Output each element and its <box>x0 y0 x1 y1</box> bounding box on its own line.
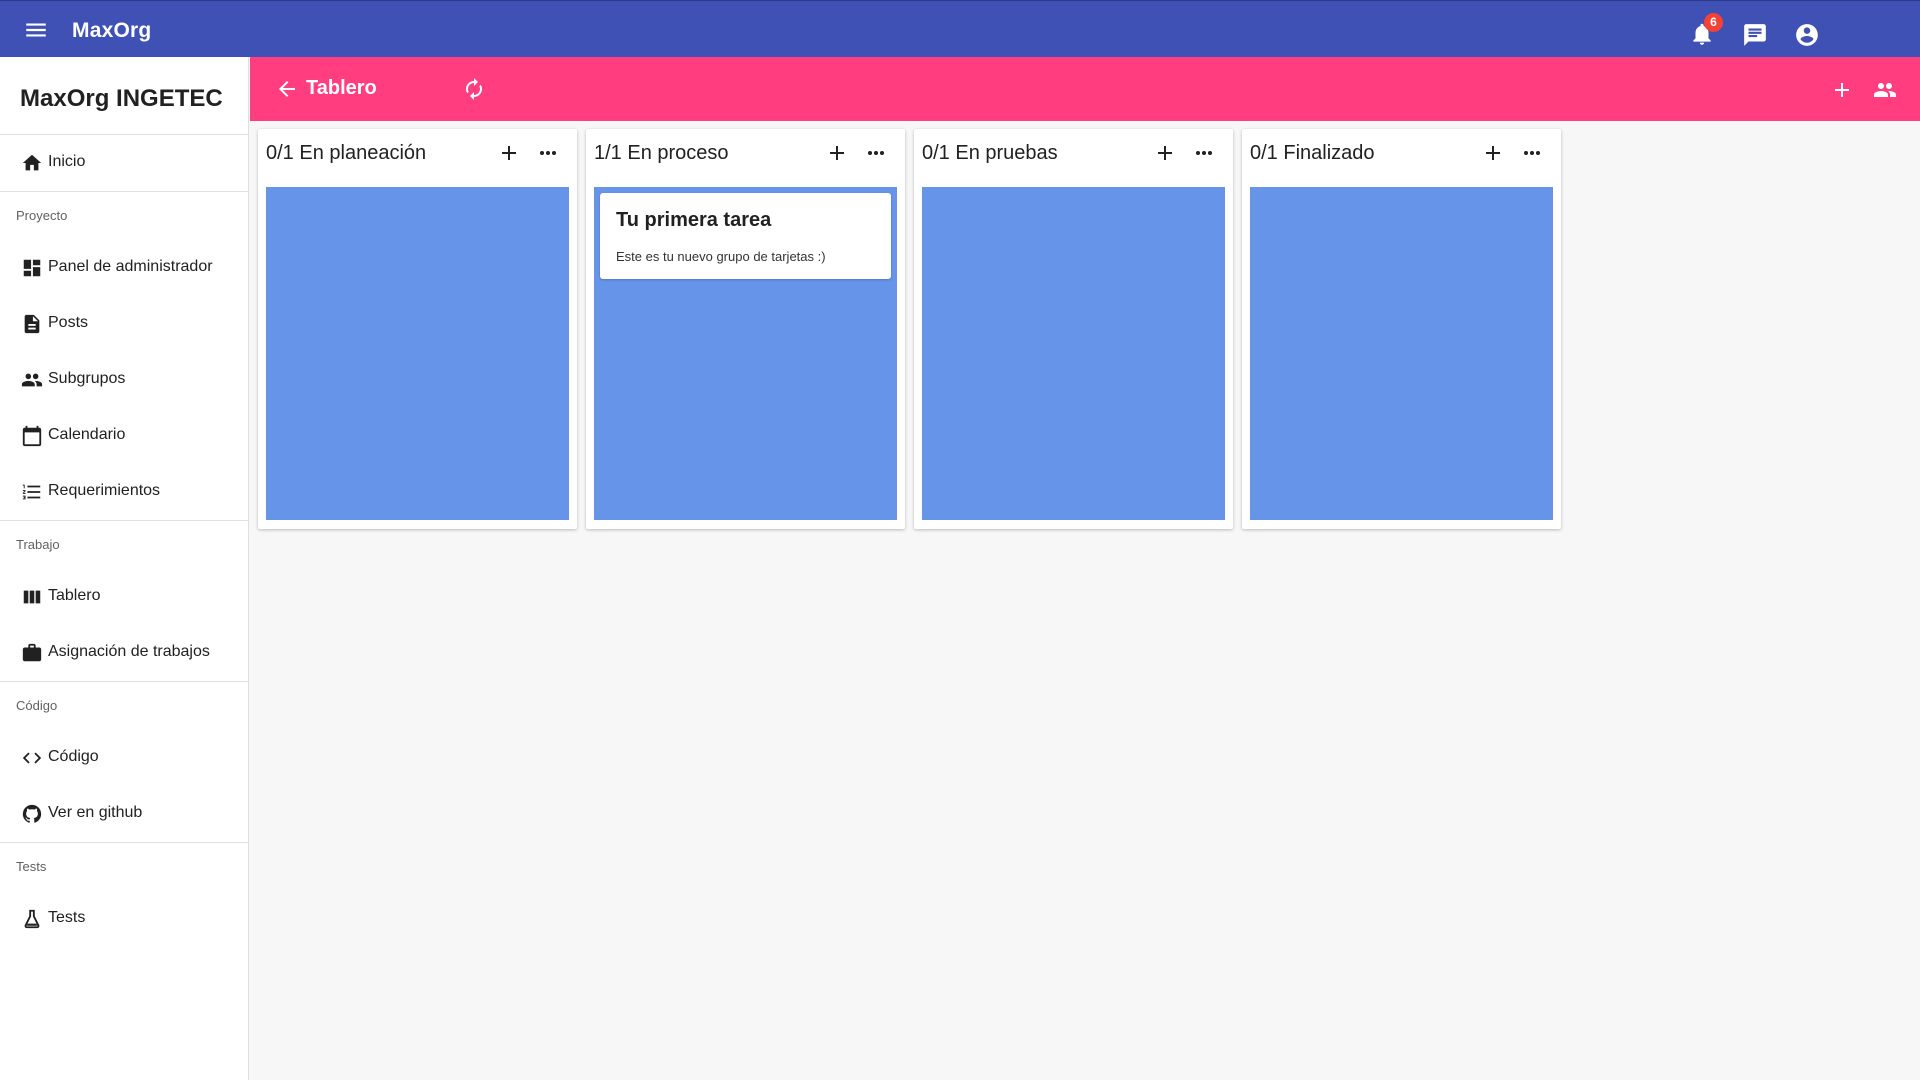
board-column: 0/1 En pruebas <box>914 129 1233 529</box>
board-column: 0/1 En planeación <box>258 129 577 529</box>
plus-icon[interactable] <box>825 141 849 165</box>
column-drop-zone[interactable]: Tu primera tarea Este es tu nuevo grupo … <box>594 187 897 520</box>
sidebar-item-label: Posts <box>48 314 89 331</box>
menu-icon[interactable] <box>22 17 50 43</box>
home-icon <box>21 152 43 174</box>
sidebar-item-asignacion-de-trabajos[interactable]: Asignación de trabajos <box>0 625 248 681</box>
notifications-button[interactable]: 6 <box>1689 13 1723 49</box>
calendar-icon <box>21 425 43 447</box>
account-circle-icon[interactable] <box>1794 22 1822 50</box>
sidebar-item-codigo[interactable]: Código <box>0 730 248 786</box>
plus-icon[interactable] <box>1481 141 1505 165</box>
more-horizontal-icon[interactable] <box>536 141 560 165</box>
column-title: 0/1 En pruebas <box>922 142 1058 164</box>
plus-icon[interactable] <box>1830 78 1854 102</box>
sidebar-item-inicio[interactable]: Inicio <box>0 135 248 192</box>
section-header-codigo: Código <box>16 698 58 713</box>
board-column: 0/1 Finalizado <box>1242 129 1561 529</box>
column-title: 1/1 En proceso <box>594 142 729 164</box>
briefcase-icon <box>21 642 43 664</box>
sidebar-item-calendario[interactable]: Calendario <box>0 408 248 464</box>
top-app-bar: MaxOrg 6 <box>0 0 1920 57</box>
group-icon[interactable] <box>1872 78 1898 102</box>
list-icon <box>21 481 43 503</box>
dashboard-icon <box>21 257 43 279</box>
sidebar-item-label: Panel de administrador <box>48 258 213 275</box>
section-header-tests: Tests <box>16 859 47 874</box>
flask-icon <box>21 908 43 930</box>
column-drop-zone[interactable] <box>922 187 1225 520</box>
document-icon <box>21 313 43 335</box>
arrow-back-icon[interactable] <box>275 77 299 101</box>
people-icon <box>21 369 43 391</box>
sidebar-item-label: Asignación de trabajos <box>48 643 210 660</box>
code-icon <box>21 747 43 769</box>
section-header-proyecto: Proyecto <box>16 208 68 223</box>
sidebar-item-label: Tests <box>48 909 86 926</box>
sidebar-item-label: Requerimientos <box>48 482 161 499</box>
column-title: 0/1 En planeación <box>266 142 427 164</box>
more-horizontal-icon[interactable] <box>1520 141 1544 165</box>
card-description: Este es tu nuevo grupo de tarjetas :) <box>616 249 826 264</box>
task-card[interactable]: Tu primera tarea Este es tu nuevo grupo … <box>600 193 891 279</box>
card-title: Tu primera tarea <box>616 209 772 231</box>
sidebar-item-ver-en-github[interactable]: Ver en github <box>0 786 248 842</box>
notification-badge: 6 <box>1704 13 1723 32</box>
sidebar-item-tablero[interactable]: Tablero <box>0 569 248 625</box>
toolbar-title: Tablero <box>306 77 377 99</box>
chat-icon[interactable] <box>1742 22 1770 50</box>
sidebar-item-panel-de-administrador[interactable]: Panel de administrador <box>0 240 248 296</box>
org-title: MaxOrg INGETEC <box>0 57 248 135</box>
section-header-trabajo: Trabajo <box>16 537 60 552</box>
sidebar-item-subgrupos[interactable]: Subgrupos <box>0 352 248 408</box>
sidebar-item-label: Ver en github <box>48 804 143 821</box>
sidebar-item-label: Subgrupos <box>48 370 126 387</box>
board-toolbar: Tablero <box>250 57 1920 121</box>
sidebar: MaxOrg INGETEC Inicio Proyecto Panel de … <box>0 57 249 1080</box>
github-icon <box>21 803 43 825</box>
more-horizontal-icon[interactable] <box>1192 141 1216 165</box>
column-drop-zone[interactable] <box>1250 187 1553 520</box>
sidebar-item-label: Código <box>48 748 99 765</box>
refresh-icon[interactable] <box>462 77 486 101</box>
plus-icon[interactable] <box>1153 141 1177 165</box>
columns-icon <box>21 586 43 608</box>
column-drop-zone[interactable] <box>266 187 569 520</box>
board-column: 1/1 En proceso Tu primera tarea Este es … <box>586 129 905 529</box>
sidebar-item-requerimientos[interactable]: Requerimientos <box>0 464 248 520</box>
more-horizontal-icon[interactable] <box>864 141 888 165</box>
plus-icon[interactable] <box>497 141 521 165</box>
sidebar-item-label: Inicio <box>48 153 86 170</box>
sidebar-item-label: Calendario <box>48 426 126 443</box>
sidebar-item-label: Tablero <box>48 587 101 604</box>
sidebar-item-posts[interactable]: Posts <box>0 296 248 352</box>
app-title: MaxOrg <box>72 19 152 42</box>
column-title: 0/1 Finalizado <box>1250 142 1375 164</box>
sidebar-item-tests[interactable]: Tests <box>0 891 248 947</box>
